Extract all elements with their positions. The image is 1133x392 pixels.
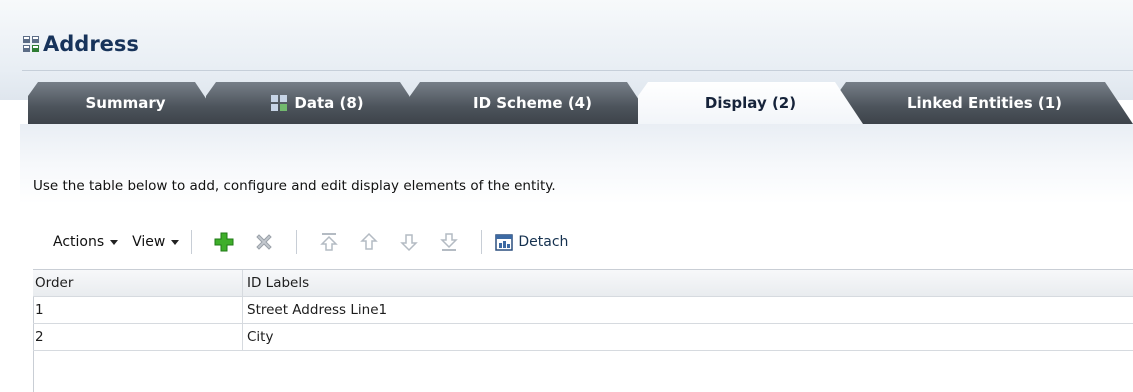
actions-menu-label: Actions	[53, 234, 105, 250]
entity-data-icon	[270, 94, 288, 112]
move-top-button[interactable]	[317, 230, 341, 254]
order-cell: 2	[33, 324, 243, 350]
id-label-cell: City	[247, 329, 274, 345]
detach-icon	[495, 234, 514, 251]
chevron-down-icon	[110, 239, 119, 245]
move-up-button[interactable]	[357, 230, 381, 254]
table-toolbar: Actions View Detach	[33, 226, 1133, 258]
tab-display[interactable]: Display (2)	[638, 82, 863, 124]
display-elements-table: Order ID Labels 1 Street Address Line1 2…	[33, 269, 1133, 351]
delete-icon	[256, 234, 273, 250]
chevron-down-icon	[171, 239, 180, 245]
tab-label: ID Scheme (4)	[473, 94, 592, 112]
toolbar-separator	[296, 230, 298, 254]
add-icon	[214, 232, 234, 252]
tab-label: Linked Entities (1)	[906, 94, 1063, 112]
move-bottom-icon	[440, 233, 459, 251]
instructions-text: Use the table below to add, configure an…	[33, 178, 556, 194]
toolbar-separator	[191, 230, 193, 254]
tab-data[interactable]: Data (8)	[206, 82, 428, 124]
entity-data-icon	[23, 36, 39, 52]
tab-linked-entities[interactable]: Linked Entities (1)	[836, 82, 1133, 124]
id-label-cell: Street Address Line1	[247, 302, 388, 318]
title-divider	[22, 70, 1133, 71]
table-header-row: Order ID Labels	[33, 270, 1133, 297]
tab-label: Summary	[85, 94, 166, 112]
delete-button[interactable]	[252, 230, 276, 254]
content-panel	[20, 124, 1133, 392]
move-bottom-button[interactable]	[437, 230, 461, 254]
order-cell: 1	[33, 297, 243, 323]
move-up-icon	[360, 232, 379, 250]
move-down-icon	[400, 234, 419, 252]
tab-bar: Summary Data (8) ID Scheme (4) Linked En…	[28, 82, 1133, 124]
actions-menu[interactable]: Actions	[53, 234, 119, 250]
tab-id-scheme[interactable]: ID Scheme (4)	[410, 82, 655, 124]
move-top-icon	[320, 233, 339, 251]
column-header-order[interactable]: Order	[33, 270, 243, 296]
table-row[interactable]: 1 Street Address Line1	[33, 297, 1133, 324]
table-row[interactable]: 2 City	[33, 324, 1133, 351]
toolbar-separator	[481, 230, 483, 254]
add-button[interactable]	[212, 230, 236, 254]
tab-summary[interactable]: Summary	[28, 82, 223, 124]
page-title: Address	[43, 32, 139, 56]
detach-button[interactable]: Detach	[494, 232, 568, 252]
column-header-id-labels[interactable]: ID Labels	[243, 270, 1133, 296]
detach-label: Detach	[518, 234, 569, 250]
move-down-button[interactable]	[397, 230, 421, 254]
view-menu-label: View	[132, 234, 166, 250]
tab-label: Data (8)	[294, 94, 364, 112]
view-menu[interactable]: View	[132, 234, 180, 250]
tab-label: Display (2)	[704, 94, 797, 112]
page-title-row: Address	[22, 30, 139, 58]
